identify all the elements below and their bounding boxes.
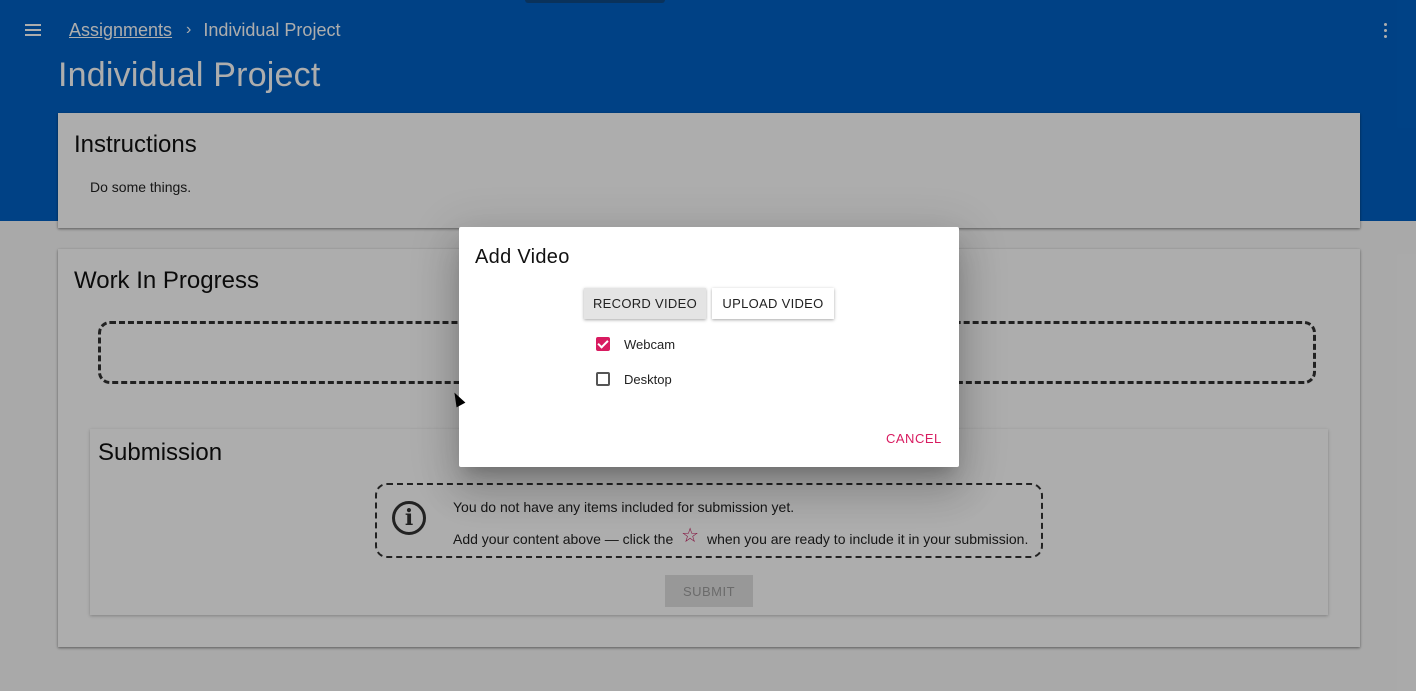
upload-video-button[interactable]: UPLOAD VIDEO <box>712 288 834 319</box>
desktop-option[interactable]: Desktop <box>596 369 672 389</box>
cancel-button[interactable]: CANCEL <box>886 431 942 446</box>
desktop-label: Desktop <box>624 371 672 387</box>
record-video-button[interactable]: RECORD VIDEO <box>584 288 706 319</box>
webcam-option[interactable]: Webcam <box>596 334 675 354</box>
webcam-label: Webcam <box>624 336 676 352</box>
dialog-title: Add Video <box>475 246 570 268</box>
add-video-dialog: Add Video RECORD VIDEO UPLOAD VIDEO Webc… <box>459 227 959 467</box>
desktop-checkbox[interactable] <box>596 372 610 386</box>
webcam-checkbox[interactable] <box>596 337 610 351</box>
